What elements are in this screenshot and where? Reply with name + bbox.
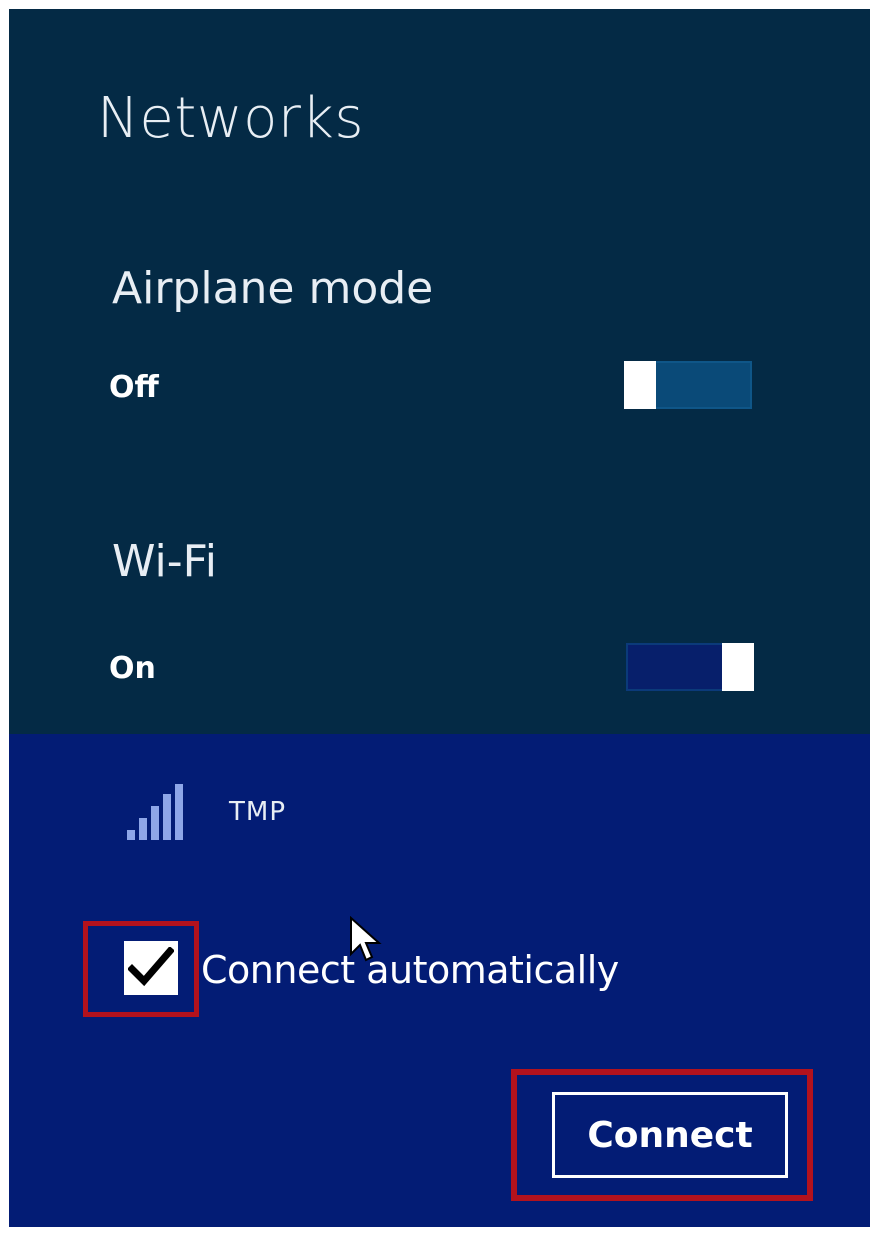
page-title: Networks xyxy=(97,86,364,151)
checkmark-icon xyxy=(128,947,174,987)
airplane-mode-label: Airplane mode xyxy=(112,263,434,314)
toggle-thumb[interactable] xyxy=(722,643,754,691)
toggle-thumb[interactable] xyxy=(624,361,656,409)
networks-pane: Networks Airplane mode Off Wi-Fi On TMP … xyxy=(9,9,870,1227)
wifi-toggle[interactable] xyxy=(626,643,754,691)
connect-button[interactable]: Connect xyxy=(552,1092,788,1178)
mouse-pointer-icon xyxy=(350,916,382,962)
connect-automatically-label[interactable]: Connect automatically xyxy=(201,951,619,989)
network-name: TMP xyxy=(229,797,286,827)
wifi-state: On xyxy=(109,651,156,686)
connect-automatically-checkbox[interactable] xyxy=(124,941,178,995)
airplane-mode-toggle[interactable] xyxy=(624,361,752,409)
airplane-mode-state: Off xyxy=(109,370,159,405)
wifi-signal-icon xyxy=(127,784,191,840)
wifi-label: Wi-Fi xyxy=(112,536,217,587)
network-item-tmp[interactable]: TMP xyxy=(127,782,286,842)
network-settings-panel: Networks Airplane mode Off Wi-Fi On xyxy=(9,9,870,734)
